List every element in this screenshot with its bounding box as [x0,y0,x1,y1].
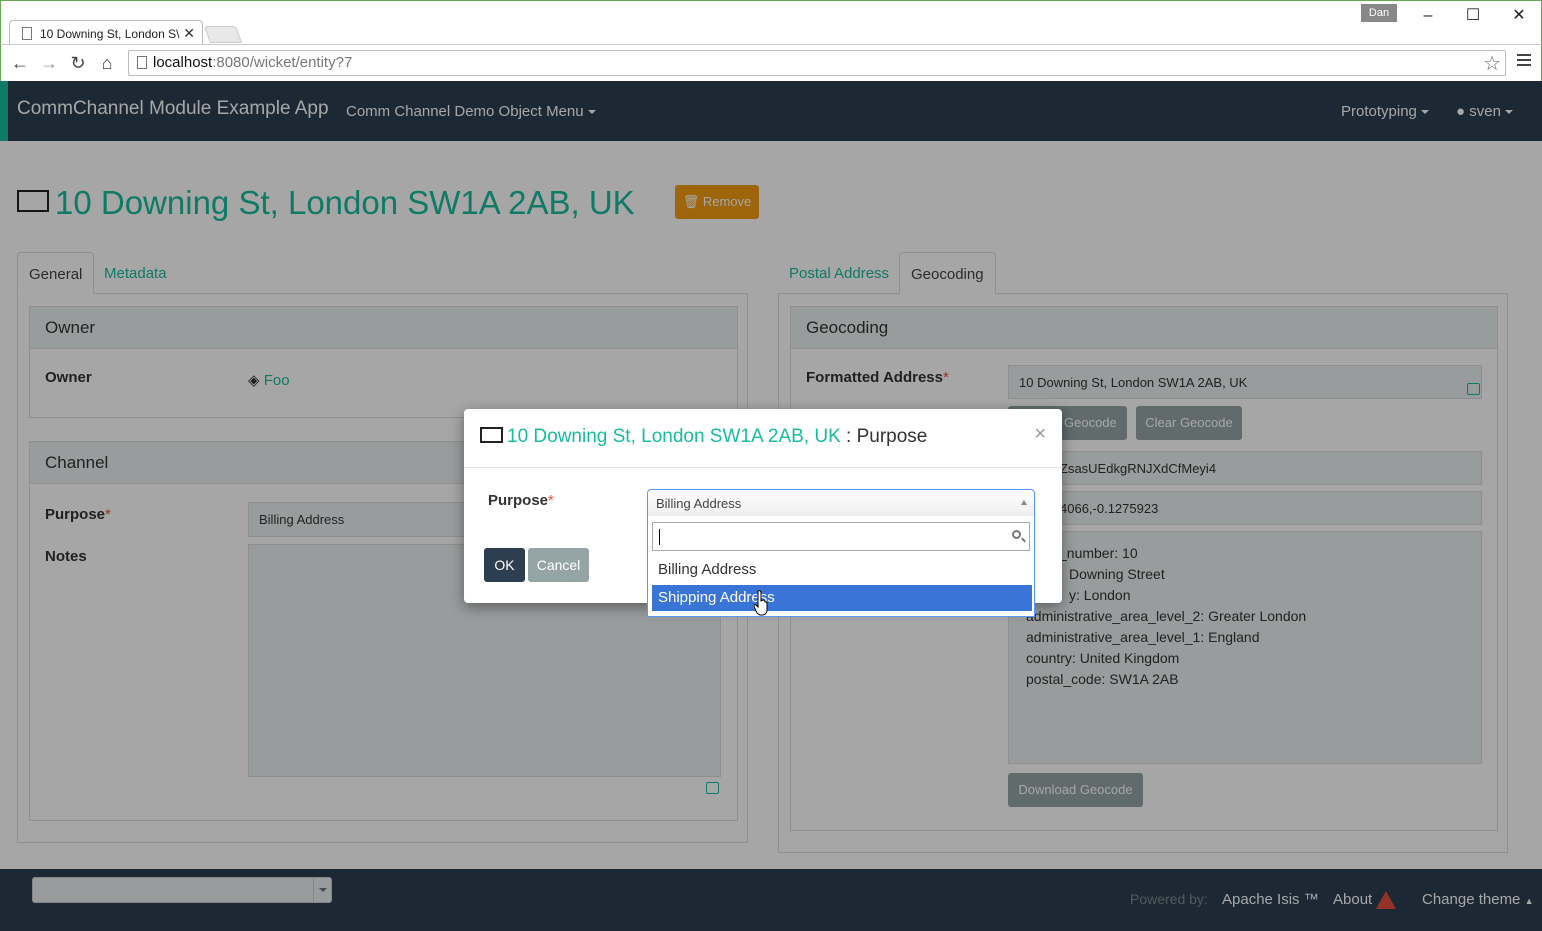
search-icon [1012,530,1021,539]
purpose-select-value: Billing Address [656,496,742,511]
cancel-button[interactable]: Cancel [528,548,589,582]
dialog-title-separator: : [840,426,857,447]
envelope-icon [480,426,503,443]
purpose-dropdown: Billing Address Shipping Address [647,516,1035,617]
new-tab-button[interactable] [203,26,243,43]
hand-pointer-icon [754,590,768,616]
close-icon[interactable]: × [1034,423,1046,446]
dialog-purpose-label-text: Purpose [488,492,549,509]
dropdown-search-input[interactable] [652,522,1030,551]
bookmark-star-icon[interactable]: ☆ [1483,51,1501,76]
purpose-select[interactable]: Billing Address [647,489,1035,517]
minimize-icon[interactable]: – [1418,6,1438,26]
profile-badge[interactable]: Dan [1361,4,1397,22]
browser-titlebar: 10 Downing St, London S\ ✕ Dan – ☐ ✕ [0,0,1542,46]
text-cursor [659,529,660,545]
dialog-title-action: Purpose [856,426,928,447]
home-icon[interactable]: ⌂ [96,53,118,73]
tab-close-icon[interactable]: ✕ [183,25,195,42]
chevron-up-icon [1021,500,1027,505]
window-close-icon[interactable]: ✕ [1509,6,1529,26]
page-icon [22,27,32,40]
dialog-title-link[interactable]: 10 Downing St, London SW1A 2AB, UK [507,426,841,447]
dialog-purpose-label: Purpose* [488,492,554,509]
option-shipping-address[interactable]: Shipping Address [652,585,1032,611]
url-host: localhost [153,54,213,71]
option-billing-address[interactable]: Billing Address [652,557,1032,583]
page-icon [137,56,147,69]
address-bar[interactable]: localhost:8080/wicket/entity?7 ☆ [128,50,1506,76]
browser-menu-icon[interactable] [1517,54,1531,69]
forward-icon[interactable]: → [38,53,60,73]
reload-icon[interactable]: ↻ [67,53,89,73]
browser-tab-title: 10 Downing St, London S\ [40,27,180,41]
maximize-icon[interactable]: ☐ [1463,6,1483,26]
browser-toolbar: ← → ↻ ⌂ localhost:8080/wicket/entity?7 ☆ [0,44,1542,81]
dialog-title: 10 Downing St, London SW1A 2AB, UK : Pur… [464,409,1062,468]
ok-button[interactable]: OK [484,548,525,582]
back-icon[interactable]: ← [9,53,31,73]
required-marker: * [548,492,554,509]
browser-tab[interactable]: 10 Downing St, London S\ ✕ [9,20,203,46]
url-path: :8080/wicket/entity?7 [212,54,353,71]
